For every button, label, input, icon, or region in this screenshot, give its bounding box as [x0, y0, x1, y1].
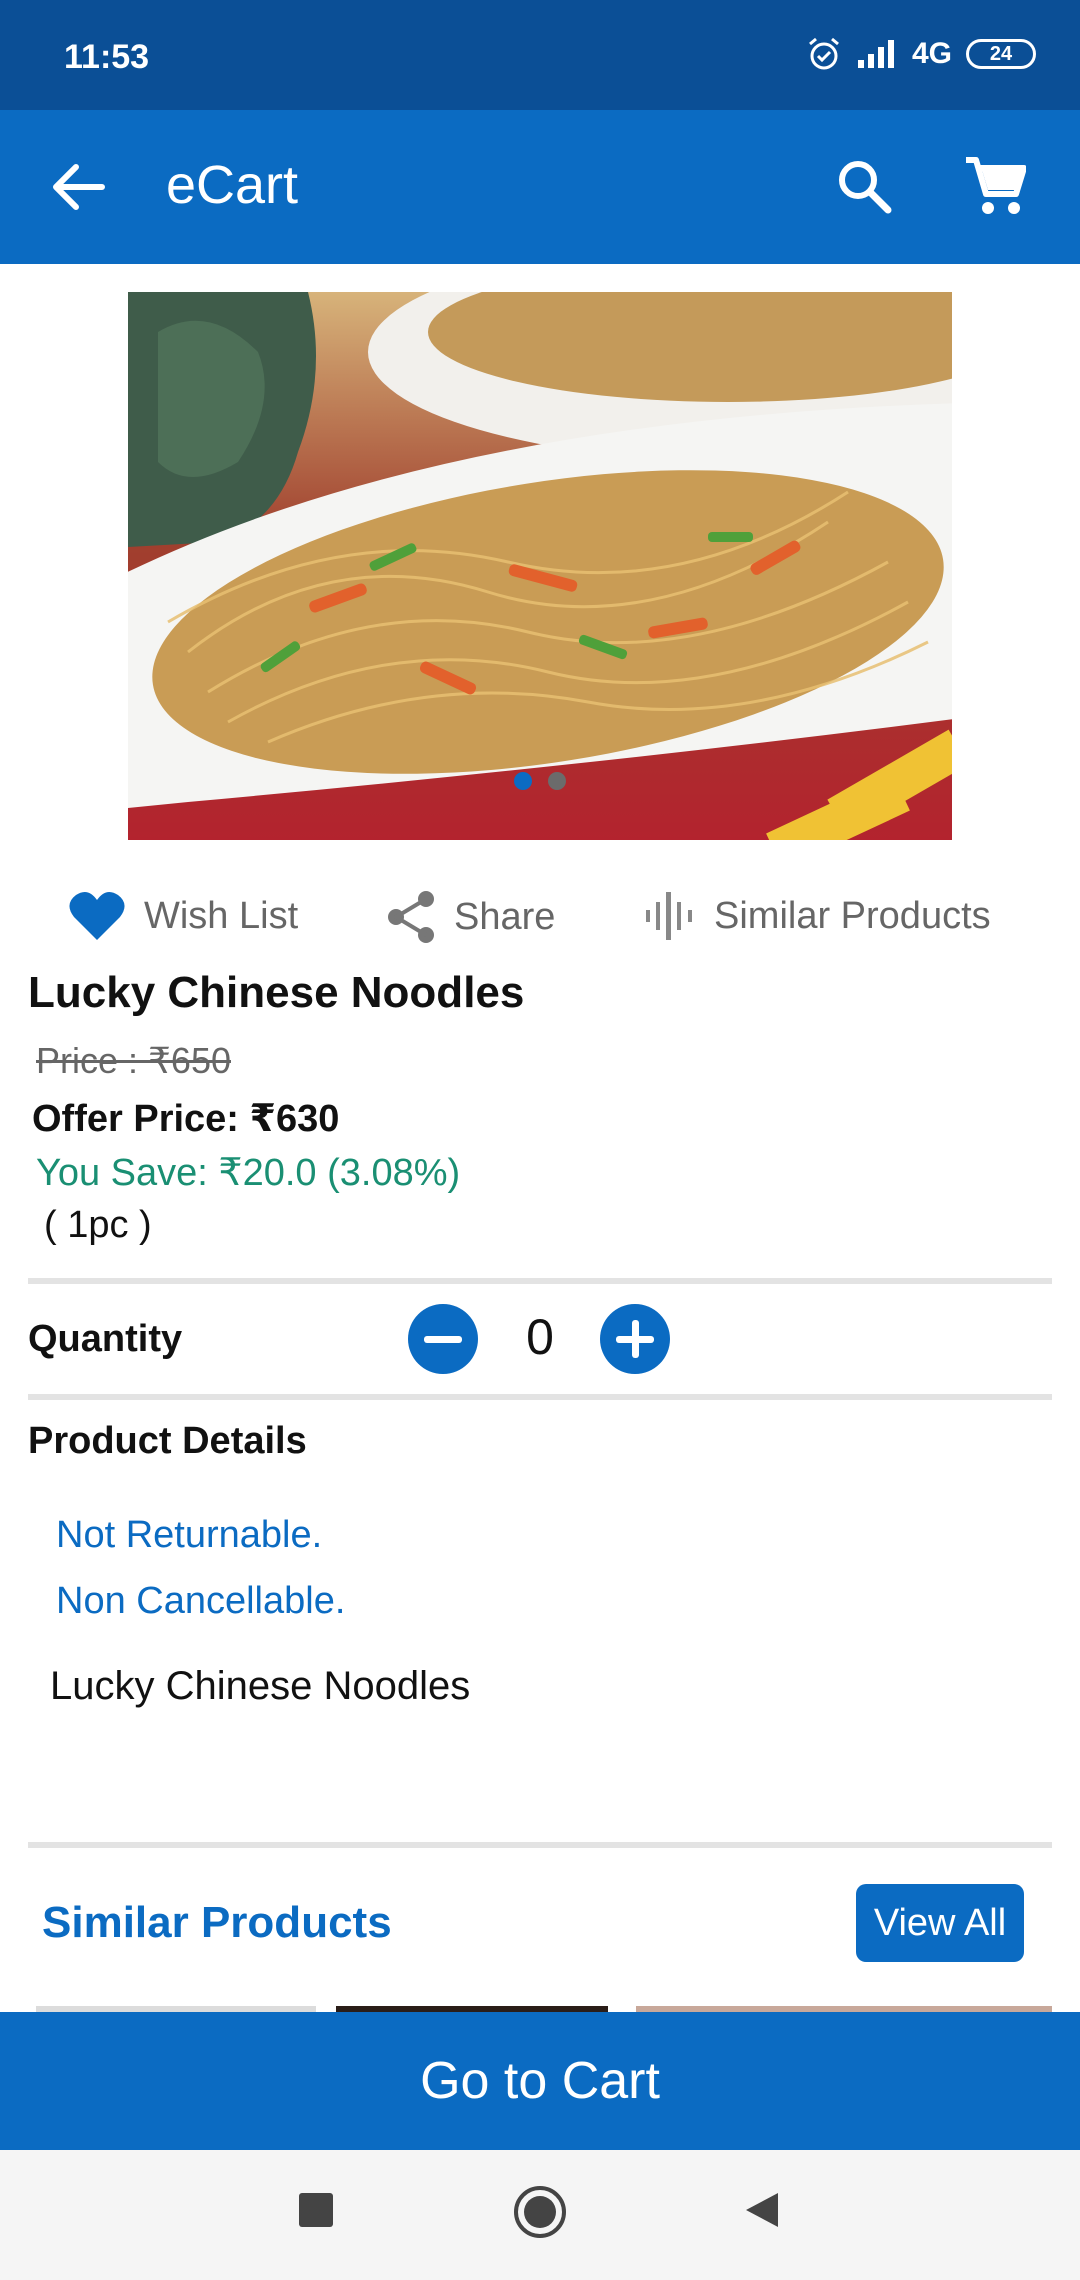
original-price: Price : ₹650 — [36, 1040, 231, 1081]
status-time: 11:53 — [64, 38, 150, 76]
cart-icon[interactable] — [964, 156, 1026, 216]
offer-price: Offer Price: ₹630 — [32, 1098, 340, 1140]
returnable-policy: Not Returnable. — [56, 1514, 323, 1556]
battery-level: 24 — [989, 42, 1013, 65]
similar-products-button[interactable]: Similar Products — [644, 890, 991, 942]
arrow-left-icon[interactable] — [50, 162, 106, 212]
divider — [28, 1394, 1052, 1400]
similar-products-title: Similar Products — [42, 1898, 392, 1947]
decrease-quantity-button[interactable] — [408, 1304, 478, 1374]
minus-icon — [424, 1336, 462, 1343]
quantity-label: Quantity — [28, 1318, 183, 1360]
share-icon — [388, 891, 434, 943]
battery-icon: 24 — [966, 39, 1036, 69]
alarm-icon — [809, 37, 839, 70]
status-bar: 11:53 4G 24 — [0, 0, 1080, 110]
app-bar: eCart — [0, 110, 1080, 264]
product-description: Lucky Chinese Noodles — [50, 1664, 471, 1708]
carousel-dot-2[interactable] — [548, 772, 566, 790]
carousel-dot-1[interactable] — [514, 772, 532, 790]
plus-icon-vertical — [632, 1320, 639, 1358]
similar-products-label: Similar Products — [714, 894, 991, 937]
product-actions: Wish List Share Similar Products — [0, 880, 1080, 950]
signal-icon — [857, 40, 894, 68]
divider — [28, 1842, 1052, 1848]
system-nav-bar — [0, 2150, 1080, 2280]
savings-text: You Save: ₹20.0 (3.08%) — [36, 1152, 461, 1194]
home-icon[interactable] — [512, 2184, 568, 2240]
cancellable-policy: Non Cancellable. — [56, 1580, 346, 1622]
similar-products-icon — [646, 892, 692, 940]
go-to-cart-button[interactable]: Go to Cart — [0, 2012, 1080, 2150]
share-button[interactable]: Share — [386, 890, 555, 944]
product-image-carousel[interactable] — [128, 292, 952, 840]
product-title: Lucky Chinese Noodles — [28, 968, 525, 1017]
app-title: eCart — [166, 155, 299, 215]
wishlist-label: Wish List — [144, 894, 299, 937]
wishlist-button[interactable]: Wish List — [68, 890, 298, 942]
carousel-indicator — [128, 772, 952, 790]
increase-quantity-button[interactable] — [600, 1304, 670, 1374]
product-details-title: Product Details — [28, 1420, 307, 1462]
product-unit: ( 1pc ) — [44, 1204, 152, 1246]
status-indicators: 4G 24 — [806, 36, 1036, 72]
share-label: Share — [454, 895, 556, 938]
product-image — [128, 292, 952, 840]
network-type: 4G — [911, 37, 952, 70]
recents-icon[interactable] — [296, 2190, 336, 2230]
view-all-button[interactable]: View All — [856, 1884, 1024, 1962]
search-icon[interactable] — [836, 158, 892, 214]
heart-icon — [69, 891, 125, 940]
back-nav-icon[interactable] — [742, 2190, 782, 2230]
divider — [28, 1278, 1052, 1284]
quantity-value: 0 — [526, 1309, 554, 1365]
